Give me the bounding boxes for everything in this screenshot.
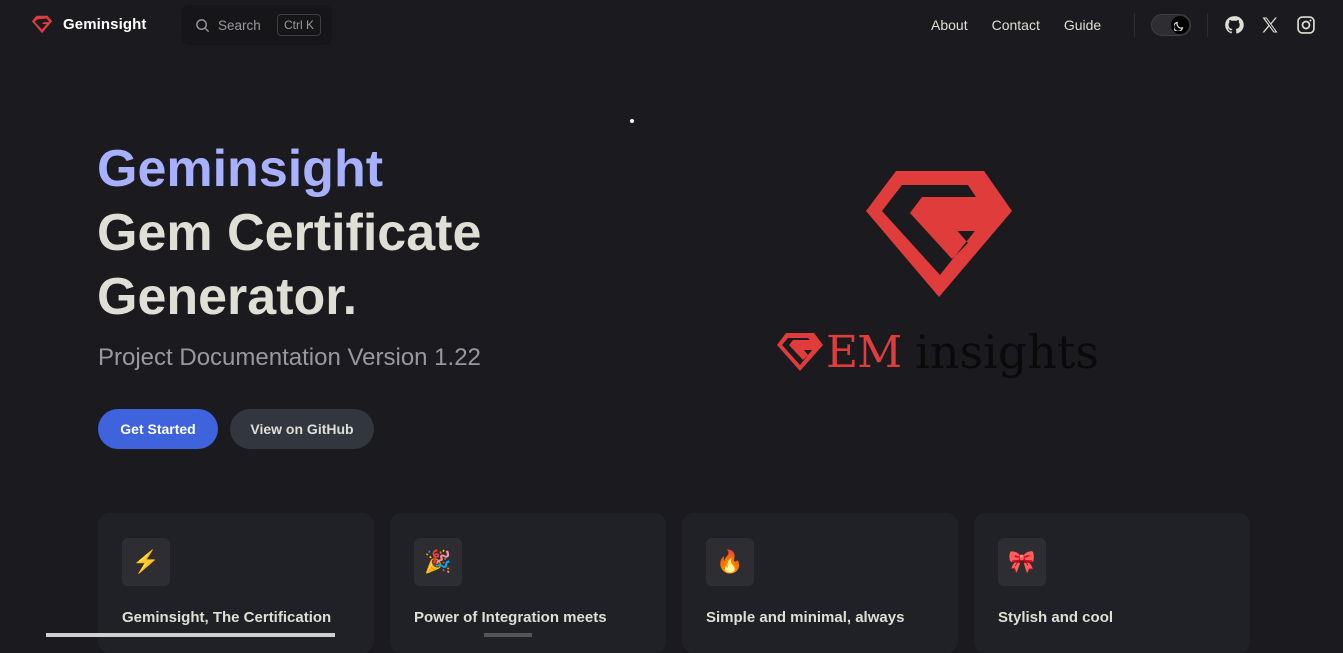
feature-title: Power of Integration meets — [414, 609, 607, 626]
fire-icon: 🔥 — [706, 538, 754, 586]
feature-card: ⚡ Geminsight, The Certification — [98, 513, 374, 653]
brand-link[interactable]: Geminsight — [31, 13, 147, 35]
top-nav: Geminsight Search Ctrl K About Contact G… — [0, 0, 1343, 50]
instagram-link[interactable] — [1296, 15, 1316, 35]
github-icon — [1225, 16, 1244, 34]
x-icon — [1262, 17, 1278, 33]
hero-name: Geminsight — [97, 140, 384, 198]
theme-toggle[interactable] — [1151, 14, 1191, 36]
search-shortcut: Ctrl K — [277, 14, 321, 36]
nav-divider — [1207, 13, 1208, 37]
feature-card: 🎀 Stylish and cool — [974, 513, 1250, 653]
search-label: Search — [218, 17, 261, 33]
feature-title: Geminsight, The Certification — [122, 609, 332, 626]
horizontal-scrollbar[interactable] — [46, 633, 335, 637]
wordmark-insights: insights — [915, 325, 1099, 379]
ribbon-icon: 🎀 — [998, 538, 1046, 586]
nav-link-guide[interactable]: Guide — [1064, 17, 1101, 33]
wordmark-em: EM — [826, 326, 902, 378]
party-popper-icon: 🎉 — [414, 538, 462, 586]
hero-text-line2: Generator. — [97, 268, 358, 326]
feature-card: 🎉 Power of Integration meets — [390, 513, 666, 653]
toggle-knob — [1171, 16, 1189, 34]
moon-icon — [1174, 21, 1184, 31]
scroll-indicator — [484, 633, 532, 637]
brand-name: Geminsight — [63, 15, 147, 33]
feature-title: Simple and minimal, always — [706, 609, 905, 626]
wordmark-g-icon — [777, 333, 823, 371]
hero-title: Geminsight Gem Certificate Generator. — [97, 137, 481, 329]
hero-text-line1: Gem Certificate — [97, 204, 482, 262]
feature-card: 🔥 Simple and minimal, always — [682, 513, 958, 653]
nav-divider — [1134, 13, 1135, 37]
nav-link-contact[interactable]: Contact — [992, 17, 1040, 33]
cursor-dot — [630, 119, 634, 123]
hero-tagline: Project Documentation Version 1.22 — [98, 344, 481, 371]
nav-links: About Contact Guide — [931, 17, 1125, 33]
view-on-github-button[interactable]: View on GitHub — [230, 409, 374, 449]
lightning-icon: ⚡ — [122, 538, 170, 586]
search-icon — [196, 18, 210, 32]
instagram-icon — [1297, 16, 1315, 34]
gem-logo-icon — [31, 15, 53, 34]
get-started-button[interactable]: Get Started — [98, 409, 218, 449]
github-link[interactable] — [1224, 15, 1244, 35]
nav-link-about[interactable]: About — [931, 17, 968, 33]
x-link[interactable] — [1260, 15, 1280, 35]
gem-logo-image — [866, 171, 1012, 297]
gem-insights-wordmark: EM insights — [776, 322, 1099, 382]
feature-title: Stylish and cool — [998, 609, 1114, 626]
search-button[interactable]: Search Ctrl K — [181, 5, 332, 45]
